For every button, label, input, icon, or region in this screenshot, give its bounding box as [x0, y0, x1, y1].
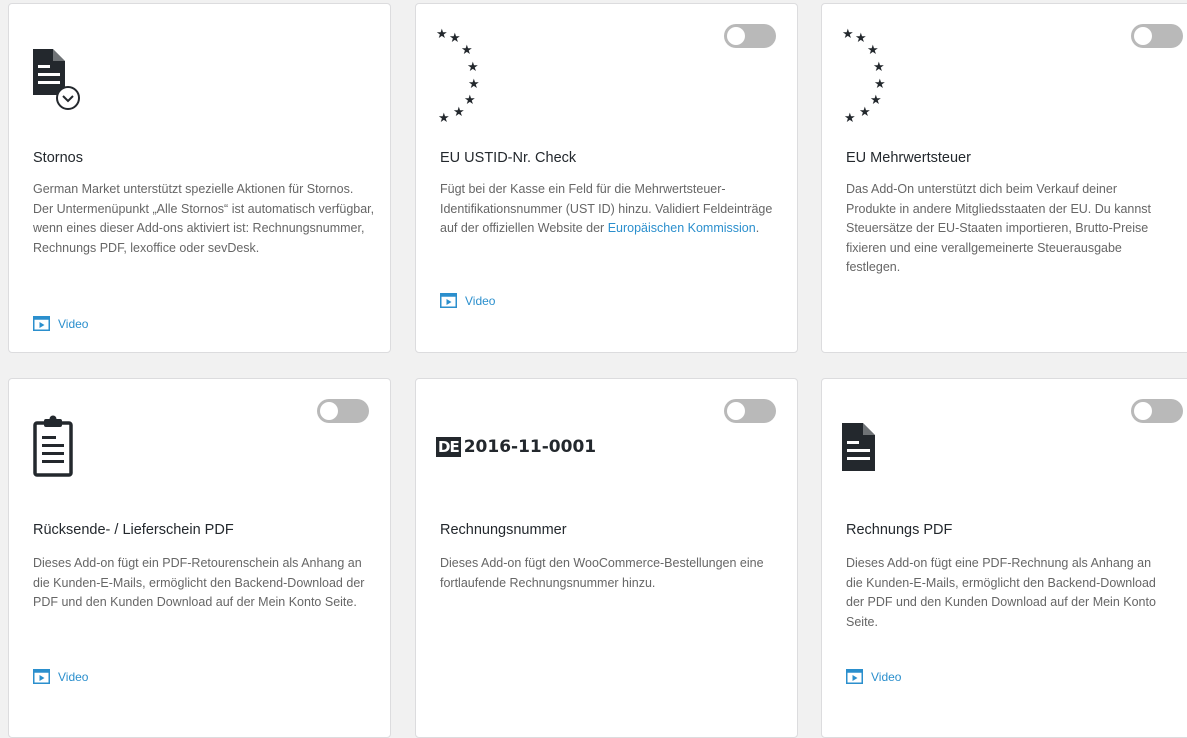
- addon-toggle[interactable]: [724, 399, 776, 423]
- video-link-label: Video: [58, 316, 89, 331]
- addon-card-stornos: Stornos German Market unterstützt spezie…: [8, 3, 391, 353]
- video-link-label: Video: [58, 669, 89, 684]
- svg-text:★: ★: [464, 93, 476, 108]
- svg-text:★: ★: [873, 60, 885, 75]
- card-description: German Market unterstützt spezielle Akti…: [33, 182, 375, 255]
- svg-text:★: ★: [467, 60, 479, 75]
- addon-card-rechnungs-pdf: Rechnungs PDF Dieses Add-on fügt eine PD…: [821, 378, 1187, 738]
- toggle-knob: [320, 402, 338, 420]
- svg-text:★: ★: [453, 105, 465, 120]
- svg-text:★: ★: [870, 93, 882, 108]
- eu-stars-icon: ★ ★ ★ ★ ★ ★ ★ ★: [840, 22, 900, 132]
- country-badge: DE: [436, 437, 461, 457]
- toggle-knob: [727, 402, 745, 420]
- video-icon: [846, 669, 863, 684]
- card-description: Fügt bei der Kasse ein Feld für die Mehr…: [440, 180, 783, 239]
- svg-text:★: ★: [438, 111, 450, 126]
- invoice-number-sample: 2016-11-0001: [463, 437, 597, 457]
- card-description: Das Add-On unterstützt dich beim Verkauf…: [846, 182, 1152, 274]
- svg-text:★: ★: [436, 27, 448, 42]
- video-icon: [33, 316, 50, 331]
- toggle-knob: [1134, 27, 1152, 45]
- card-title: Rücksende- / Lieferschein PDF: [33, 522, 234, 538]
- toggle-knob: [727, 27, 745, 45]
- invoice-number-icon: DE 2016-11-0001: [436, 437, 596, 457]
- card-title: Stornos: [33, 150, 83, 166]
- svg-text:★: ★: [855, 31, 867, 46]
- document-icon: [842, 423, 876, 476]
- svg-text:★: ★: [449, 31, 461, 46]
- document-check-icon: [33, 49, 87, 118]
- addon-toggle[interactable]: [1131, 24, 1183, 48]
- description-end: .: [755, 221, 760, 235]
- svg-text:★: ★: [468, 77, 480, 92]
- addon-toggle[interactable]: [724, 24, 776, 48]
- svg-text:★: ★: [874, 77, 886, 92]
- video-link[interactable]: Video: [440, 293, 495, 308]
- clipboard-icon: [33, 415, 79, 490]
- card-title: EU USTID-Nr. Check: [440, 150, 577, 166]
- card-title: EU Mehrwertsteuer: [846, 150, 971, 166]
- card-title: Rechnungs PDF: [846, 522, 953, 538]
- card-title: Rechnungsnummer: [440, 522, 567, 538]
- addon-card-eu-ustid-check: ★ ★ ★ ★ ★ ★ ★ ★ EU USTID-Nr. Check Fügt …: [415, 3, 798, 353]
- addon-toggle[interactable]: [1131, 399, 1183, 423]
- addon-card-rechnungsnummer: DE 2016-11-0001 Rechnungsnummer Dieses A…: [415, 378, 798, 738]
- svg-text:★: ★: [859, 105, 871, 120]
- eu-commission-link[interactable]: Europäischen Kommission: [608, 221, 756, 235]
- addon-toggle[interactable]: [317, 399, 369, 423]
- card-description: Dieses Add-on fügt den WooCommerce-Beste…: [440, 556, 764, 590]
- svg-text:★: ★: [461, 43, 473, 58]
- addon-card-eu-mehrwertsteuer: ★ ★ ★ ★ ★ ★ ★ ★ EU Mehrwertsteuer Das Ad…: [821, 3, 1187, 353]
- svg-text:★: ★: [844, 111, 856, 126]
- svg-text:★: ★: [842, 27, 854, 42]
- eu-stars-icon: ★ ★ ★ ★ ★ ★ ★ ★: [434, 22, 494, 132]
- svg-text:★: ★: [867, 43, 879, 58]
- addon-card-ruecksende-lieferschein-pdf: Rücksende- / Lieferschein PDF Dieses Add…: [8, 378, 391, 738]
- card-description: Dieses Add-on fügt eine PDF-Rechnung als…: [846, 556, 1156, 629]
- toggle-knob: [1134, 402, 1152, 420]
- video-icon: [440, 293, 457, 308]
- video-link[interactable]: Video: [846, 669, 901, 684]
- video-icon: [33, 669, 50, 684]
- video-link-label: Video: [465, 293, 496, 308]
- video-link-label: Video: [871, 669, 902, 684]
- card-description: Dieses Add-on fügt ein PDF-Retourenschei…: [33, 556, 365, 609]
- video-link[interactable]: Video: [33, 316, 88, 331]
- video-link[interactable]: Video: [33, 669, 88, 684]
